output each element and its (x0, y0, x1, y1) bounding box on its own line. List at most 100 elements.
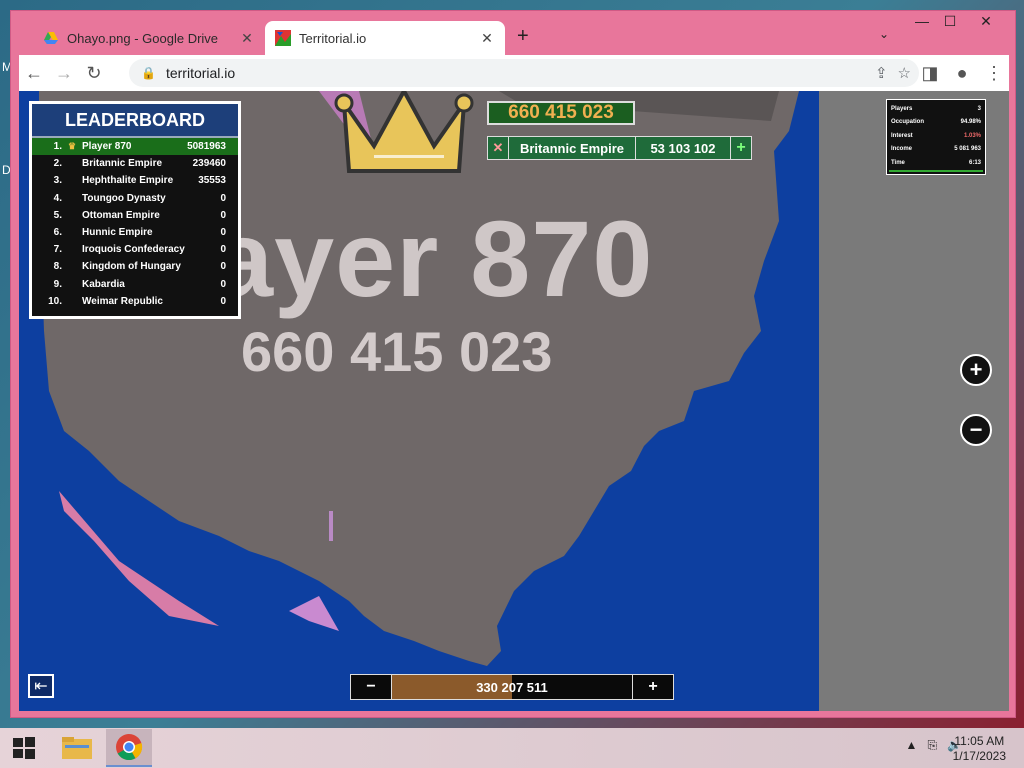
leaderboard-row: 1. ♛ Player 870 5081963 (32, 138, 238, 156)
stat-row: Interest 1.03% (887, 129, 985, 143)
minimize-button[interactable]: — (907, 13, 937, 29)
add-target-icon[interactable]: + (731, 137, 751, 159)
side-panel-icon[interactable]: ◨ (915, 58, 945, 88)
stat-value: 1.03% (963, 132, 981, 139)
chrome-icon[interactable] (106, 729, 152, 767)
decrease-troops-button[interactable]: − (351, 675, 391, 699)
leaderboard-value: 5081963 (187, 141, 226, 153)
leaderboard-row: 8. Kingdom of Hungary 0 (32, 258, 238, 275)
leaderboard-rank: 3. (53, 175, 62, 187)
leaderboard-title: LEADERBOARD (32, 104, 238, 138)
leaderboard-name: Player 870 (82, 141, 132, 153)
top-score: 660 415 023 (487, 101, 635, 125)
show-hidden-icons-icon[interactable]: ▲ (906, 738, 918, 753)
leaderboard-value: 239460 (192, 158, 226, 170)
stats-panel: Players 3 Occupation 94.98% Interest 1.03% Inc… (886, 99, 986, 175)
close-window-button[interactable]: ✕ (971, 13, 1001, 30)
leaderboard-name: Iroquois Confederacy (82, 244, 185, 256)
clock[interactable]: 11:05 AM 1/17/2023 (953, 734, 1006, 764)
tab-search-icon[interactable]: ⌄ (879, 27, 889, 41)
back-arrow-icon[interactable]: ← (19, 58, 49, 88)
zoom-in-button[interactable]: + (960, 354, 992, 386)
leaderboard-row: 9. Kabardia 0 (32, 276, 238, 293)
leaderboard-row: 3. Hephthalite Empire 35553 (32, 172, 238, 189)
target-name: Britannic Empire (509, 137, 636, 159)
target-value: 53 103 102 (636, 137, 731, 159)
menu-kebab-icon[interactable]: ⋮ (979, 58, 1009, 88)
leaderboard-rank: 4. (53, 192, 62, 204)
leaderboard: LEADERBOARD 1. ♛ Player 870 5081963 2. Britan… (29, 101, 241, 319)
bookmark-star-icon[interactable]: ☆ (898, 64, 911, 82)
network-icon[interactable]: ⎘ (927, 738, 937, 753)
leaderboard-name: Hunnic Empire (82, 227, 153, 239)
stat-row: Time 6:13 (887, 156, 985, 170)
address-bar[interactable]: 🔒 territorial.io ⇪ ☆ (129, 59, 919, 87)
profile-avatar-icon[interactable]: ● (947, 58, 977, 88)
leaderboard-name: Ottoman Empire (82, 209, 160, 221)
stat-row: Income 5 081 963 (887, 143, 985, 157)
leaderboard-row: 4. Toungoo Dynasty 0 (32, 190, 238, 207)
leaderboard-value: 0 (220, 209, 226, 221)
taskbar: ▲ ⎘ 🔈 11:05 AM 1/17/2023 (0, 728, 1024, 768)
stat-label: Time (891, 159, 905, 166)
leaderboard-value: 0 (220, 261, 226, 273)
leaderboard-rank: 5. (53, 209, 62, 221)
lock-icon: 🔒 (141, 66, 156, 80)
stats-progress-bar (889, 170, 983, 172)
tab-google-drive[interactable]: Ohayo.png - Google Drive ✕ (33, 21, 265, 55)
stat-label: Income (891, 146, 913, 153)
browser-window: Ohayo.png - Google Drive ✕ Territorial.i… (10, 10, 1016, 718)
close-tab-icon[interactable]: ✕ (479, 30, 495, 47)
crown-icon (334, 91, 474, 173)
leaderboard-rank: 2. (53, 158, 62, 170)
reload-icon[interactable]: ↻ (79, 58, 109, 88)
windows-start-icon[interactable] (0, 728, 48, 768)
tab-title: Ohayo.png - Google Drive (67, 30, 219, 46)
leaderboard-rank: 8. (53, 261, 62, 273)
close-target-icon[interactable]: ✕ (488, 137, 509, 159)
stat-label: Interest (891, 132, 913, 139)
leaderboard-value: 0 (220, 244, 226, 256)
close-tab-icon[interactable]: ✕ (239, 30, 255, 47)
territorial-icon (275, 30, 291, 46)
leaderboard-name: Kingdom of Hungary (82, 261, 181, 273)
leaderboard-rank: 1. (53, 141, 62, 153)
leaderboard-row: 6. Hunnic Empire 0 (32, 224, 238, 241)
leaderboard-name: Weimar Republic (82, 295, 163, 307)
maximize-button[interactable]: ☐ (935, 13, 965, 30)
game-map[interactable]: Player 870 660 415 023 LEADERBOARD 1. ♛ Pl… (19, 91, 819, 711)
troop-slider[interactable]: 330 207 511 (391, 675, 633, 699)
forward-arrow-icon[interactable]: → (49, 58, 79, 88)
exit-icon[interactable]: ⇤ (28, 674, 54, 698)
file-explorer-icon[interactable] (54, 730, 100, 766)
stat-row: Occupation 94.98% (887, 116, 985, 130)
clock-date: 1/17/2023 (952, 749, 1006, 763)
leaderboard-value: 0 (220, 192, 226, 204)
leaderboard-row: 7. Iroquois Confederacy 0 (32, 241, 238, 258)
leaderboard-value: 0 (220, 278, 226, 290)
player-score-overlay: 660 415 023 (241, 320, 553, 383)
stat-value: 3 (977, 105, 981, 112)
leaderboard-value: 0 (220, 227, 226, 239)
clock-time: 11:05 AM (954, 734, 1005, 748)
tab-strip: Ohayo.png - Google Drive ✕ Territorial.i… (11, 11, 1015, 55)
leaderboard-value: 35553 (198, 175, 226, 187)
zoom-out-button[interactable]: − (960, 414, 992, 446)
leaderboard-name: Kabardia (82, 278, 125, 290)
leaderboard-value: 0 (220, 295, 226, 307)
tab-territorial[interactable]: Territorial.io ✕ (265, 21, 505, 55)
new-tab-button[interactable]: + (517, 25, 529, 48)
leaderboard-row: 5. Ottoman Empire 0 (32, 207, 238, 224)
leaderboard-name: Toungoo Dynasty (82, 192, 166, 204)
map-edge-panel (819, 91, 1009, 711)
share-icon[interactable]: ⇪ (875, 64, 888, 82)
url-text: territorial.io (165, 65, 236, 81)
google-drive-icon (44, 32, 58, 44)
increase-troops-button[interactable]: + (633, 675, 673, 699)
stat-value: 5 081 963 (954, 146, 981, 153)
leaderboard-name: Hephthalite Empire (82, 175, 174, 187)
stat-label: Occupation (891, 119, 925, 126)
leaderboard-row: 10. Weimar Republic 0 (32, 293, 238, 310)
leaderboard-row: 2. Britannic Empire 239460 (32, 155, 238, 172)
stat-row: Players 3 (887, 102, 985, 116)
